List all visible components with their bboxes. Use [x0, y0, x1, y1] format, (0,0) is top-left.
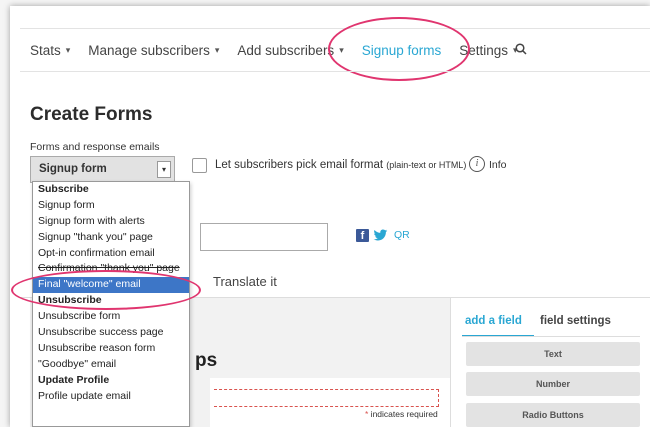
side-panel-divider: [450, 298, 451, 427]
nav-stats-label: Stats: [30, 42, 61, 58]
nav-stats[interactable]: Stats ▾: [30, 43, 70, 58]
add-radio-buttons-field-button[interactable]: Radio Buttons: [466, 403, 640, 427]
add-number-field-button[interactable]: Number: [466, 372, 640, 396]
form-heading[interactable]: ps: [195, 350, 217, 372]
nav-add-subscribers-label: Add subscribers: [237, 42, 335, 58]
dropdown-option[interactable]: "Goodbye" email: [33, 357, 189, 373]
dropdown-option[interactable]: Signup "thank you" page: [33, 230, 189, 246]
dropdown-option[interactable]: Profile update email: [33, 389, 189, 405]
form-type-select[interactable]: Signup form ▾: [30, 156, 175, 183]
dropdown-option[interactable]: Unsubscribe success page: [33, 325, 189, 341]
pick-format-checkbox[interactable]: [192, 158, 207, 173]
form-type-select-value: Signup form: [39, 163, 107, 175]
tab-add-a-field[interactable]: add a field: [465, 315, 522, 327]
forms-section-label: Forms and response emails: [30, 141, 160, 153]
dropdown-option[interactable]: Unsubscribe reason form: [33, 341, 189, 357]
nav-manage-subscribers[interactable]: Manage subscribers ▾: [88, 43, 219, 58]
dropdown-option[interactable]: Unsubscribe form: [33, 309, 189, 325]
required-note: * indicates required: [365, 409, 438, 419]
qr-code-link[interactable]: QR: [394, 229, 410, 241]
nav-divider: [20, 71, 650, 72]
chevron-down-icon: ▾: [157, 161, 171, 178]
nav-manage-subscribers-label: Manage subscribers: [88, 42, 210, 58]
tab-field-settings[interactable]: field settings: [540, 315, 611, 327]
page-title: Create Forms: [30, 104, 153, 125]
dropdown-group-subscribe: Subscribe: [38, 183, 89, 195]
tab-translate-it[interactable]: Translate it: [213, 274, 277, 289]
search-icon[interactable]: [515, 43, 527, 55]
dropdown-option[interactable]: Signup form with alerts: [33, 214, 189, 230]
dropdown-option[interactable]: Signup form: [33, 198, 189, 214]
form-field-placeholder[interactable]: [214, 389, 439, 407]
facebook-icon[interactable]: f: [356, 229, 369, 242]
twitter-icon[interactable]: [373, 229, 388, 242]
dropdown-group-update-profile: Update Profile: [38, 373, 110, 386]
chevron-down-icon: ▾: [65, 44, 71, 55]
side-tab-divider: [462, 336, 640, 337]
info-link[interactable]: Info: [489, 159, 507, 171]
pick-format-label: Let subscribers pick email format (plain…: [215, 159, 466, 171]
annotation-ellipse: [11, 270, 201, 310]
top-divider: [20, 28, 650, 29]
dropdown-option[interactable]: Opt-in confirmation email: [33, 246, 189, 262]
info-icon[interactable]: i: [469, 156, 485, 172]
add-text-field-button[interactable]: Text: [466, 342, 640, 366]
pick-format-text: Let subscribers pick email format: [215, 159, 384, 171]
chevron-down-icon: ▾: [214, 44, 220, 55]
required-text: indicates required: [368, 409, 438, 419]
signup-url-field[interactable]: [200, 223, 328, 251]
pick-format-note: (plain-text or HTML): [386, 160, 467, 170]
